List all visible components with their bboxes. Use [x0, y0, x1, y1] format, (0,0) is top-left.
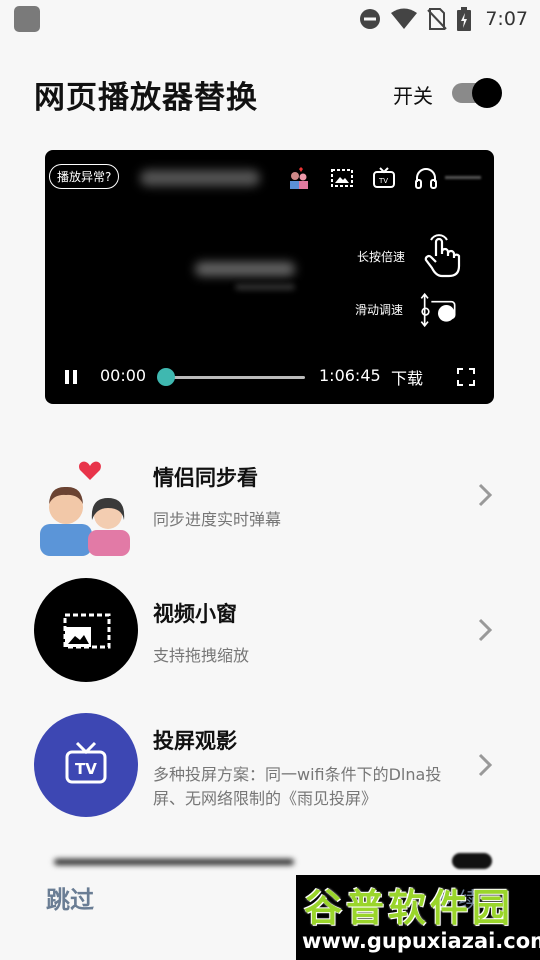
page-title: 网页播放器替换 — [34, 80, 258, 116]
feature-screen-cast[interactable]: TV 投屏观影 多种投屏方案：同一wifi条件下的Dlna投屏、无网络限制的《雨… — [0, 713, 540, 823]
watermark-url: www.gupuxiazai.com — [302, 929, 540, 953]
playback-controls: 00:00 1:06:45 下载 — [45, 362, 494, 392]
long-press-hint: 长按倍速 — [357, 250, 406, 264]
headphones-icon — [415, 168, 437, 189]
feature-title: 情侣同步看 — [153, 466, 258, 490]
svg-text:TV: TV — [378, 177, 388, 185]
chevron-right-icon — [478, 618, 493, 642]
hand-tap-icon — [424, 234, 461, 278]
feature-subtitle: 支持拖拽缩放 — [153, 646, 250, 665]
feature-video-pip[interactable]: 视频小窗 支持拖拽缩放 — [0, 578, 540, 688]
feature-couple-sync[interactable]: 情侣同步看 同步进度实时弹幕 — [0, 440, 540, 560]
watermark-brand: 谷普软件园 — [304, 886, 515, 930]
blurred-overlay-subtext — [235, 284, 295, 290]
more-dots — [445, 176, 481, 179]
video-player-preview: 播放异常? TV 长按倍速 滑动调速 00:00 1:06:45 下载 — [45, 150, 494, 404]
wifi-icon — [391, 8, 418, 29]
battery-charging-icon — [457, 7, 472, 31]
app-notification-icon — [14, 6, 40, 32]
watermark-logo: 继续 谷普软件园 www.gupuxiazai.com — [296, 875, 540, 960]
do-not-disturb-icon — [360, 9, 381, 29]
clock: 7:07 — [485, 8, 528, 30]
slide-speed-icon — [420, 292, 456, 328]
tv-cast-icon: TV — [34, 713, 138, 817]
switch-label: 开关 — [393, 84, 433, 108]
couple-mini-icon — [290, 167, 308, 189]
player-replace-toggle[interactable] — [452, 78, 502, 108]
toggle-knob — [472, 78, 502, 108]
pip-mini-icon — [331, 169, 353, 187]
picture-in-picture-icon — [34, 578, 138, 682]
blurred-overlay-text — [195, 262, 295, 276]
feature-subtitle: 多种投屏方案：同一wifi条件下的Dlna投屏、无网络限制的《雨见投屏》 — [153, 765, 442, 808]
svg-text:TV: TV — [75, 760, 97, 778]
seek-thumb[interactable] — [157, 368, 175, 386]
seek-track[interactable] — [167, 376, 305, 379]
tv-mini-icon: TV — [373, 167, 395, 188]
download-button[interactable]: 下载 — [391, 365, 423, 389]
fullscreen-icon[interactable] — [457, 368, 475, 386]
playback-help-chip[interactable]: 播放异常? — [49, 164, 120, 189]
blurred-video-title — [140, 170, 260, 186]
total-time: 1:06:45 — [319, 366, 381, 385]
feature-title: 投屏观影 — [153, 729, 237, 753]
partially-hidden-row — [34, 853, 492, 869]
slide-speed-hint: 滑动调速 — [355, 303, 404, 317]
current-time: 00:00 — [100, 366, 147, 385]
pause-icon[interactable] — [63, 369, 79, 385]
skip-button[interactable]: 跳过 — [46, 880, 94, 915]
feature-subtitle: 同步进度实时弹幕 — [153, 510, 282, 529]
no-sim-icon — [427, 8, 448, 30]
bottom-bar: 跳过 继续 谷普软件园 www.gupuxiazai.com — [0, 845, 540, 960]
chevron-right-icon — [478, 483, 493, 507]
chevron-right-icon — [478, 753, 493, 777]
couple-heart-icon — [40, 461, 130, 556]
status-bar: 7:07 — [0, 0, 540, 38]
header: 网页播放器替换 开关 — [0, 62, 540, 122]
feature-title: 视频小窗 — [153, 602, 237, 626]
